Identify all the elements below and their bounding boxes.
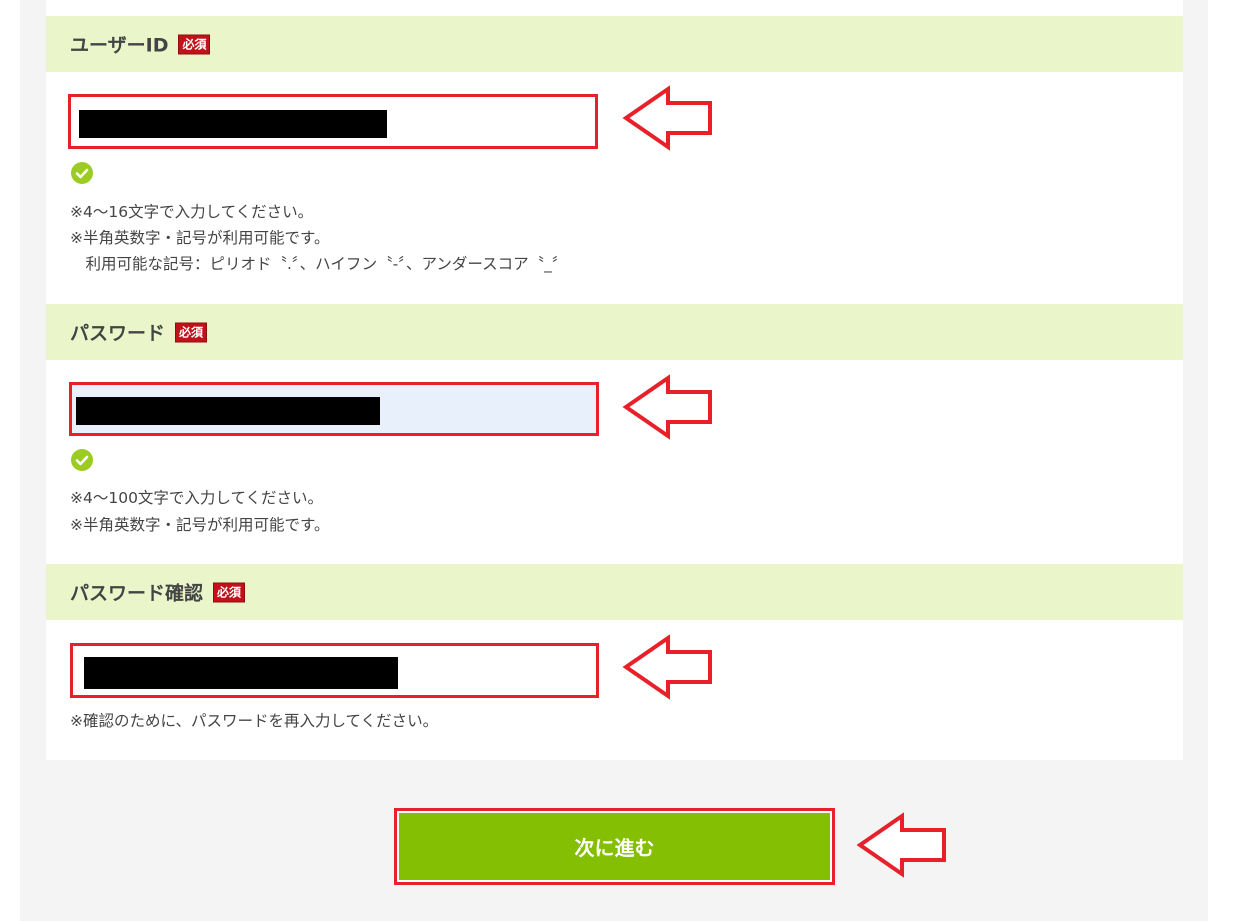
required-badge: 必須 xyxy=(175,322,208,342)
next-button[interactable]: 次に進む xyxy=(399,813,830,880)
password-label: パスワード 必須 xyxy=(70,319,208,346)
masked-value xyxy=(84,657,398,689)
user-id-note-chars: ※半角英数字・記号が利用可能です。 xyxy=(70,229,330,247)
arrow-left-outline-icon xyxy=(622,85,712,151)
password-confirm-note: ※確認のために、パスワードを再入力してください。 xyxy=(70,712,439,730)
password-label-text: パスワード xyxy=(70,322,166,345)
user-id-label: ユーザーID 必須 xyxy=(70,31,211,58)
password-confirm-label: パスワード確認 必須 xyxy=(70,579,246,606)
submit-highlight: 次に進む xyxy=(394,808,835,885)
user-id-section-header: ユーザーID 必須 xyxy=(46,16,1183,72)
password-note-chars: ※半角英数字・記号が利用可能です。 xyxy=(70,516,330,534)
user-id-note-symbols: 利用可能な記号：ピリオド〝.〞、ハイフン〝-〞、アンダースコア〝_〞 xyxy=(70,255,568,273)
arrow-left-outline-icon xyxy=(622,374,712,440)
password-note-length: ※4～100文字で入力してください。 xyxy=(70,489,324,507)
user-id-note-length: ※4～16文字で入力してください。 xyxy=(70,203,314,221)
masked-value xyxy=(79,110,387,138)
password-input[interactable] xyxy=(69,382,599,436)
password-confirm-input[interactable] xyxy=(70,643,599,698)
check-circle-icon xyxy=(71,449,93,471)
arrow-left-outline-icon xyxy=(856,812,946,878)
password-confirm-section-header: パスワード確認 必須 xyxy=(46,564,1183,620)
password-confirm-label-text: パスワード確認 xyxy=(70,582,204,605)
user-id-label-text: ユーザーID xyxy=(70,34,169,57)
arrow-left-outline-icon xyxy=(622,634,712,700)
check-circle-icon xyxy=(71,162,93,184)
required-badge: 必須 xyxy=(213,582,246,602)
masked-value xyxy=(76,397,380,425)
password-section-header: パスワード 必須 xyxy=(46,304,1183,360)
user-id-input[interactable] xyxy=(68,94,598,149)
required-badge: 必須 xyxy=(178,34,211,54)
